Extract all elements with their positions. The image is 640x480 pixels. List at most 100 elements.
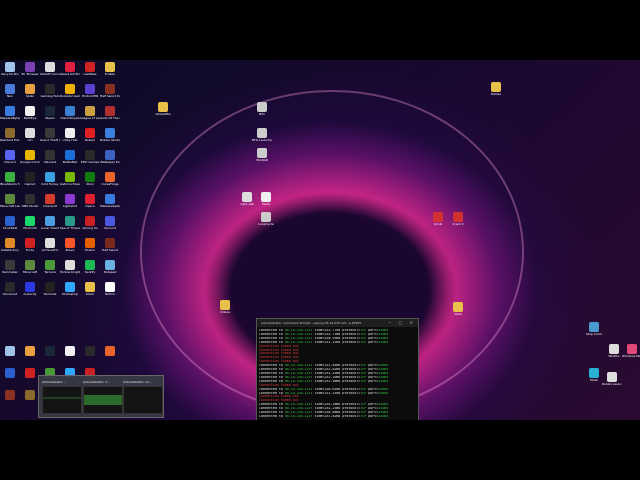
desktop-icon[interactable]: [20, 390, 40, 400]
desktop-icon[interactable]: Firefox: [80, 238, 100, 252]
desktop-icon[interactable]: Mosk: [584, 368, 604, 382]
desktop-icon[interactable]: Photoshop: [60, 282, 80, 296]
desktop-icon[interactable]: Scrub: [428, 212, 448, 226]
desktop-icon[interactable]: OBS Studio: [20, 194, 40, 208]
desktop-icon[interactable]: Spiko: [20, 84, 40, 98]
desktop-icon[interactable]: Malwarebytes: [100, 194, 120, 208]
desktop-icon[interactable]: AdobePSA: [153, 102, 173, 116]
desktop-icon[interactable]: [0, 390, 20, 400]
desktop-icon[interactable]: Recycle Bin: [0, 62, 20, 76]
desktop-icon[interactable]: Geforce Experience: [60, 172, 80, 186]
desktop-icon[interactable]: Brave: [60, 238, 80, 252]
desktop-icon[interactable]: Steam: [40, 106, 60, 120]
desktop-icon[interactable]: Satisfactory: [0, 238, 20, 252]
console-token: 25565: [378, 329, 389, 332]
desktop-icon[interactable]: Stop Clock: [584, 322, 604, 336]
desktop-icon[interactable]: EPIC Games: [80, 150, 100, 164]
desktop-icon[interactable]: Half Sword: [100, 238, 120, 252]
desktop-icon[interactable]: Voicemod: [0, 282, 20, 296]
desktop-icon[interactable]: VirusTotal: [0, 216, 20, 230]
desktop-icon[interactable]: Rainmeter: [0, 260, 20, 274]
desktop-icon[interactable]: Minecraft: [20, 260, 40, 274]
desktop-icon[interactable]: League of Legends: [80, 106, 100, 120]
desktop-icon[interactable]: Dailies: [486, 82, 506, 96]
desktop-icon[interactable]: Audacity: [20, 282, 40, 296]
desktop-icon[interactable]: Windows Media Player: [622, 344, 640, 358]
desktop-icon[interactable]: Enable: [100, 62, 120, 76]
desktop-icon[interactable]: Roblox Studio: [100, 128, 120, 142]
desktop-icon[interactable]: [20, 346, 40, 356]
desktop-icon[interactable]: Resident Evil Village: [0, 128, 20, 142]
desktop-icon[interactable]: MalwareBytes: [0, 106, 20, 120]
desktop-icon[interactable]: Videos: [215, 300, 235, 314]
desktop-icon[interactable]: [0, 346, 20, 356]
desktop-icon[interactable]: Terraria: [40, 260, 60, 274]
desktop-icon[interactable]: [100, 346, 120, 356]
desktop-icon[interactable]: right_bat: [237, 192, 257, 206]
desktop-icon[interactable]: Among Us: [80, 216, 100, 230]
desktop-icon[interactable]: LastPass: [80, 62, 100, 76]
desktop-icon[interactable]: BattleNet: [60, 150, 80, 164]
desktop-icon[interactable]: [80, 346, 100, 356]
desktop-icon[interactable]: ArchiveTrix: [40, 238, 60, 252]
desktop-icon[interactable]: WinDLL: [604, 344, 624, 358]
desktop-icon[interactable]: Clash Royale: [60, 106, 80, 120]
desktop-icon[interactable]: Spotify: [80, 260, 100, 274]
window-controls[interactable]: − ▢ ✕: [388, 319, 416, 327]
desktop-icon[interactable]: Gods Of The Forest: [100, 106, 120, 120]
desktop-icon[interactable]: Grand Theft Auto V: [40, 128, 60, 142]
desktop-icon[interactable]: BFG Launcher: [252, 128, 272, 142]
desktop-icon[interactable]: Forza: [20, 238, 40, 252]
desktop-icon[interactable]: Valorant: [40, 150, 60, 164]
thumbnail-cmd-2[interactable]: Administrator: C...: [83, 379, 123, 417]
desktop-icon[interactable]: Vencord: [100, 216, 120, 230]
desktop-icon[interactable]: Unity Hub: [60, 128, 80, 142]
desktop-icon[interactable]: [20, 368, 40, 378]
desktop-icon[interactable]: Opera GX Browser: [60, 62, 80, 76]
desktop-icon[interactable]: Xbox: [80, 172, 100, 186]
desktop-icon[interactable]: Lunar Client: [40, 216, 60, 230]
desktop-icon[interactable]: ProtonVPN: [80, 84, 100, 98]
desktop-icon[interactable]: Notepad: [100, 260, 120, 274]
desktop-icon[interactable]: Crack 2: [448, 212, 468, 226]
desktop-icon[interactable]: [40, 346, 60, 356]
desktop-icon[interactable]: [60, 346, 80, 356]
desktop-icon[interactable]: Mods: [256, 192, 276, 206]
desktop-icon[interactable]: Terminal: [40, 282, 60, 296]
desktop-icon[interactable]: BlueStacks 5: [0, 172, 20, 186]
thumbnail-cmd-3[interactable]: Administrator: Co...: [123, 379, 163, 417]
desktop-icon[interactable]: Gaming Hub: [40, 84, 60, 98]
desktop-icon[interactable]: Klack: [80, 282, 100, 296]
desktop-icon[interactable]: Vetal: [448, 302, 468, 316]
desktop-icon[interactable]: Ubisoft Connect: [40, 62, 60, 76]
desktop-icon[interactable]: Neo: [0, 84, 20, 98]
desktop-icon[interactable]: Hollow Knight: [60, 260, 80, 274]
desktop-icon[interactable]: Lightshot: [60, 194, 80, 208]
desktop-icon[interactable]: WinRAR: [252, 148, 272, 162]
thumbnail-cmd-1[interactable]: Administrator: ...: [42, 379, 82, 417]
desktop-icon[interactable]: CurseForge: [100, 172, 120, 186]
desktop-icon[interactable]: Half Sword Demo: [100, 84, 120, 98]
desktop-icon[interactable]: Bits: [252, 102, 272, 116]
desktop-icon[interactable]: CapCut: [20, 172, 40, 186]
desktop-icon[interactable]: LoopCycle: [256, 212, 276, 226]
desktop-icon[interactable]: Tor Browser: [20, 62, 40, 76]
desktop-icon[interactable]: Notion: [100, 282, 120, 296]
desktop-icon[interactable]: Discord: [0, 150, 20, 164]
desktop-icon[interactable]: Minecraft Launcher: [0, 194, 20, 208]
console-title-bar[interactable]: Administrator: Command Prompt - paping 9…: [257, 319, 418, 327]
desktop-icon[interactable]: Sea of Thieves: [60, 216, 80, 230]
desktop-icon[interactable]: Google Chrome: [20, 150, 40, 164]
desktop-icon[interactable]: Roblox: [80, 128, 100, 142]
desktop-icon[interactable]: Rockstar Games: [60, 84, 80, 98]
desktop-icon[interactable]: Cold Turkey: [40, 172, 60, 186]
desktop-icon[interactable]: [0, 368, 20, 378]
desktop-icon[interactable]: Opera: [80, 194, 100, 208]
desktop-icon[interactable]: BattlEye: [20, 106, 40, 120]
desktop-icon[interactable]: ctrl: [20, 128, 40, 142]
desktop-icon[interactable]: Wallpaper Engine: [100, 150, 120, 164]
desktop-icon[interactable]: Roblox Launcher: [602, 372, 622, 386]
command-prompt-window[interactable]: Administrator: Command Prompt - paping 9…: [256, 318, 419, 420]
desktop-icon[interactable]: Modrinth: [20, 216, 40, 230]
desktop-icon[interactable]: Overwolf: [40, 194, 60, 208]
